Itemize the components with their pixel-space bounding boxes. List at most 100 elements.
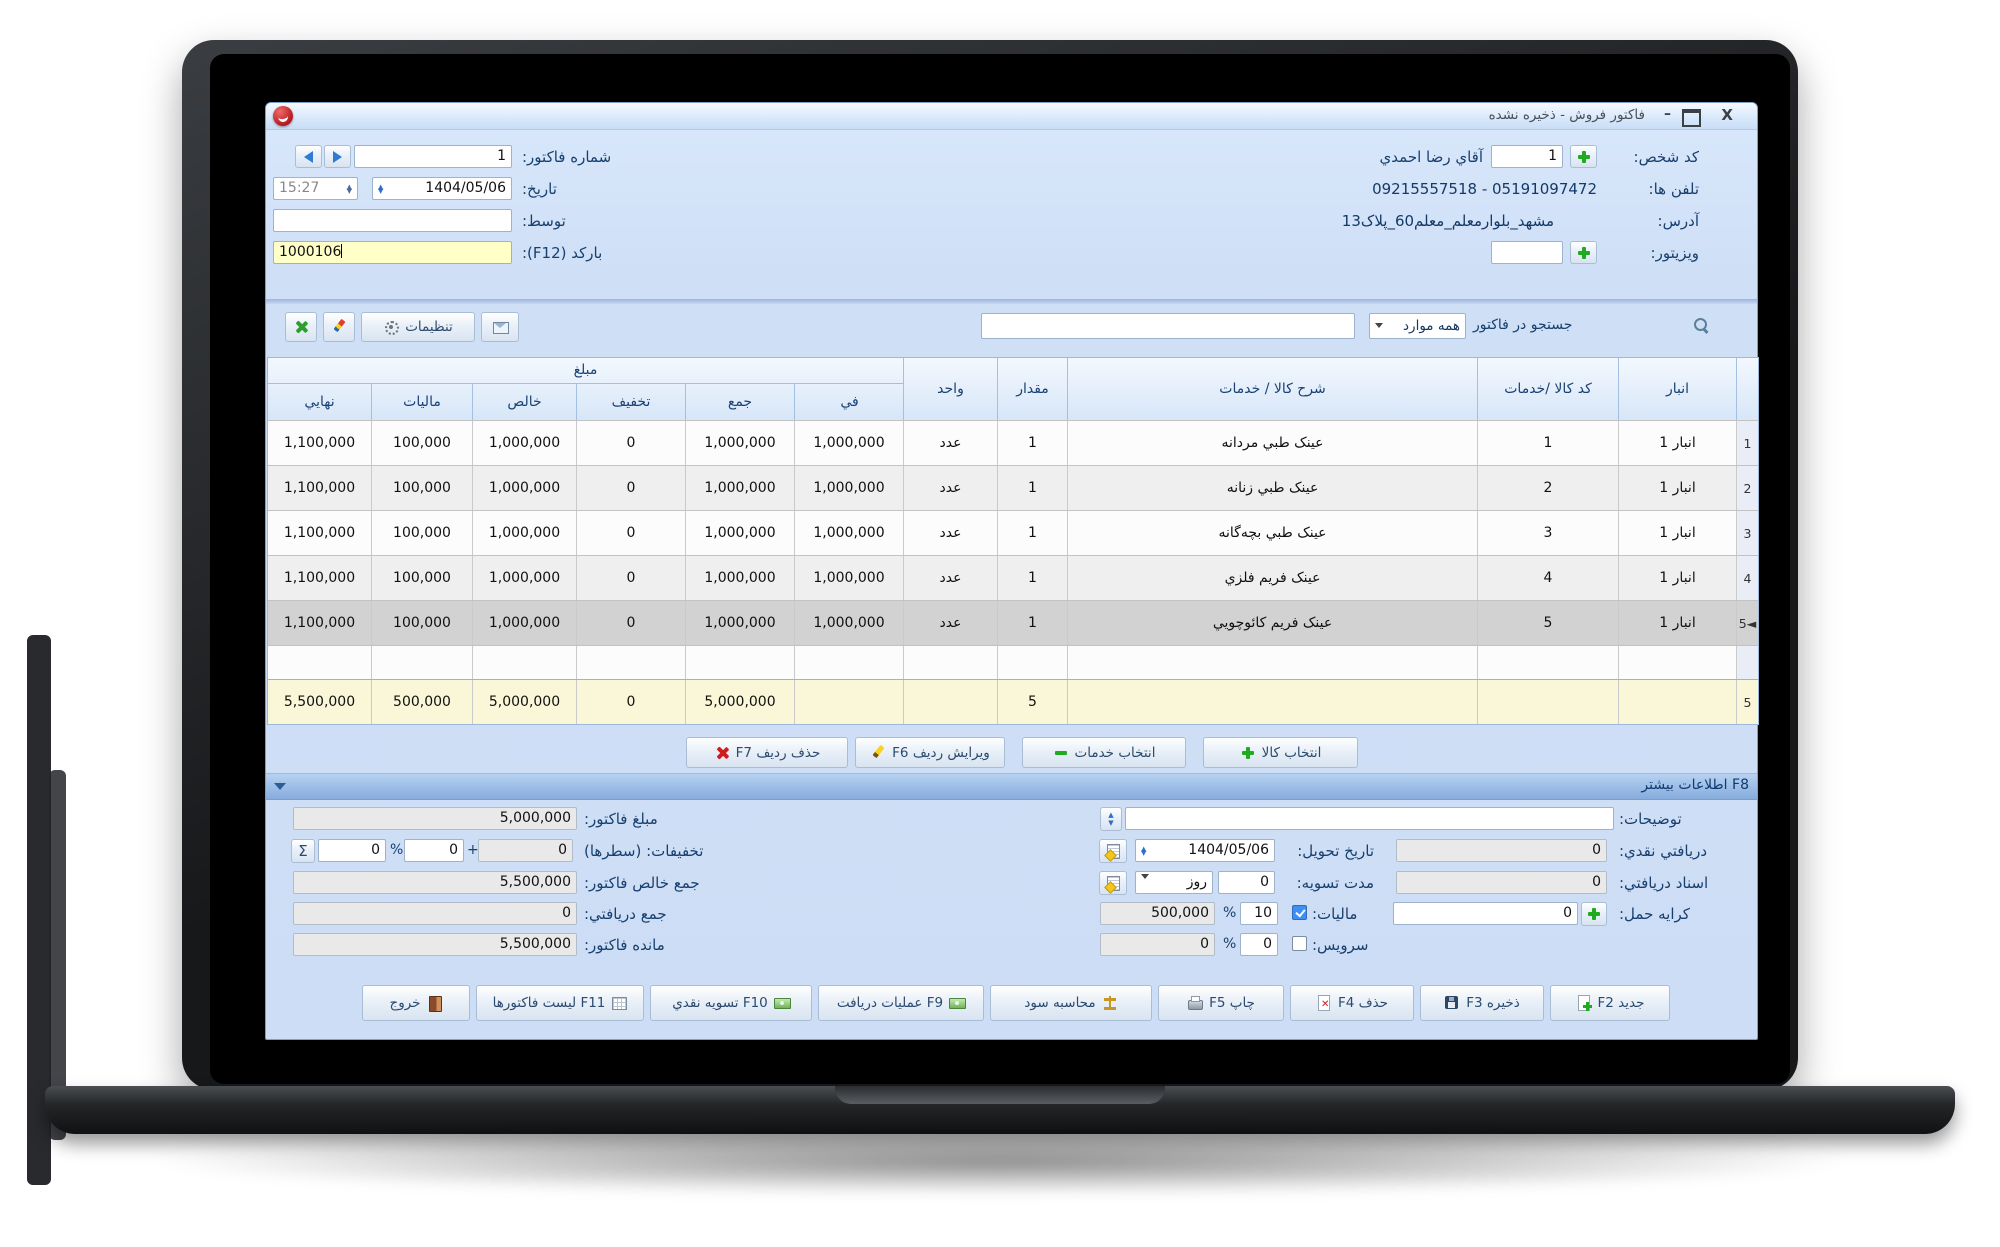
plus-icon (1576, 149, 1592, 165)
more-info-bar[interactable]: F8 اطلاعات بیشتر (266, 773, 1757, 800)
maximize-icon[interactable] (1682, 109, 1701, 127)
discount-percent-input[interactable]: 0 (318, 839, 386, 862)
add-visitor-button[interactable] (1570, 241, 1597, 264)
toolbar-button[interactable]: ذخیره F3 (1420, 985, 1544, 1021)
sigma-button[interactable]: Σ (291, 839, 315, 863)
column-group-amount: مبلغ (268, 358, 903, 384)
row-action-button[interactable]: انتخاب کالا (1203, 737, 1358, 768)
next-invoice-button[interactable] (324, 145, 351, 168)
row-action-button[interactable]: ویرایش ردیف F6 (855, 737, 1005, 768)
received-docs-field: 0 (1396, 871, 1607, 894)
toolbar-button[interactable]: محاسبه سود (990, 985, 1152, 1021)
date-input[interactable]: ▲ ▼ 1404/05/06 (372, 177, 512, 200)
percent-sign: % (1223, 905, 1237, 921)
table-row[interactable]: 1,100,000 100,000 1,000,000 0 1,000,000 … (268, 420, 1758, 465)
discount-amount-input[interactable]: 0 (404, 839, 464, 862)
totals-row: 5,500,000 500,000 5,000,000 0 5,000,000 … (268, 679, 1758, 724)
add-person-button[interactable] (1570, 145, 1597, 168)
collapse-icon[interactable] (274, 783, 286, 796)
search-icon[interactable] (1692, 316, 1710, 334)
column-discount: تخفیف (577, 384, 686, 420)
plus-icon (1586, 906, 1602, 922)
bottom-toolbar: خروج لیست فاکتورها F11 تسویه نقدي F10 عم… (362, 985, 1676, 1021)
row-action-button[interactable]: حذف ردیف F7 (686, 737, 848, 768)
barcode-input[interactable]: 1000106 (273, 241, 512, 264)
cash-received-field: 0 (1396, 839, 1607, 862)
delivery-date-picker-button[interactable] (1099, 839, 1127, 863)
invoice-number-input[interactable]: 1 (354, 145, 512, 168)
toolbar-button[interactable]: حذف F4 (1290, 985, 1414, 1021)
freight-label: کرایه حمل: (1619, 905, 1690, 923)
toolbar-button[interactable]: چاپ F5 (1158, 985, 1284, 1021)
notes-input[interactable] (1125, 807, 1614, 830)
search-input[interactable] (981, 313, 1355, 339)
tax-amount-field: 500,000 (1100, 902, 1215, 925)
redx-icon (714, 745, 730, 761)
net-total-field: 5,500,000 (293, 871, 577, 894)
toolbar-button[interactable]: لیست فاکتورها F11 (476, 985, 644, 1021)
minimize-button[interactable]: – (1664, 106, 1671, 122)
time-input[interactable]: 15:27 ▲ ▼ (273, 177, 358, 200)
table-row[interactable]: 1,100,000 100,000 1,000,000 0 1,000,000 … (268, 600, 1758, 645)
toolbar-button[interactable]: تسویه نقدي F10 (650, 985, 812, 1021)
column-final: نهایي (268, 384, 372, 420)
fit-view-button[interactable] (285, 312, 317, 342)
title-bar: فاکتور فروش - ذخیره نشده – X (266, 103, 1757, 130)
column-row-number (1737, 358, 1758, 420)
phones-value: 05191097472 - 09215557518 (1372, 180, 1597, 198)
address-value: مشهد_بلوارمعلم_معلم60_پلاک13 (1341, 212, 1554, 230)
service-amount-field: 0 (1100, 933, 1215, 956)
date-spinner-icon[interactable]: ▲ ▼ (378, 178, 383, 199)
appearance-button[interactable] (323, 312, 355, 342)
balance-label: مانده فاکتور: (584, 936, 665, 954)
mail-icon (492, 319, 509, 335)
invoice-amount-label: مبلغ فاکتور: (584, 810, 658, 828)
tax-percent-input[interactable]: 10 (1240, 902, 1278, 925)
service-percent-input[interactable]: 0 (1240, 933, 1278, 956)
scales-icon (1102, 995, 1118, 1011)
date-label: تاریخ: (522, 180, 557, 198)
person-code-input[interactable]: 1 (1491, 145, 1563, 168)
date-spinner-icon[interactable]: ▲ ▼ (1141, 840, 1146, 861)
table-row[interactable]: 1,100,000 100,000 1,000,000 0 1,000,000 … (268, 465, 1758, 510)
column-item-code: کد کالا /خدمات (1478, 358, 1619, 420)
discount-rows-field: 0 (478, 839, 573, 862)
mail-button[interactable] (481, 312, 519, 342)
notes-spinner[interactable]: ▲ ▼ (1100, 807, 1122, 831)
settlement-picker-button[interactable] (1099, 871, 1127, 895)
by-input[interactable] (273, 209, 512, 232)
pagex-icon (1316, 995, 1332, 1011)
time-spinner-icon[interactable]: ▲ ▼ (347, 178, 352, 199)
tax-checkbox[interactable] (1292, 905, 1307, 920)
by-label: توسط: (522, 212, 566, 230)
freight-input[interactable]: 0 (1393, 902, 1578, 925)
table-row[interactable]: 1,100,000 100,000 1,000,000 0 1,000,000 … (268, 555, 1758, 600)
service-checkbox[interactable] (1292, 936, 1307, 951)
close-button[interactable]: X (1721, 106, 1733, 124)
settlement-input[interactable]: 0 (1218, 871, 1275, 894)
printer-icon (1187, 995, 1204, 1011)
visitor-input[interactable] (1491, 241, 1563, 264)
add-freight-button[interactable] (1581, 902, 1607, 926)
previous-invoice-button[interactable] (295, 145, 322, 168)
column-unit: واحد (904, 358, 998, 420)
invoice-number-label: شماره فاکتور: (522, 148, 612, 166)
empty-row[interactable] (268, 645, 1758, 679)
delivery-date-label: تاریخ تحویل: (1297, 842, 1374, 860)
settings-button[interactable]: تنظیمات (361, 312, 475, 342)
toolbar-button[interactable]: جدید F2 (1550, 985, 1670, 1021)
toolbar-button[interactable]: خروج (362, 985, 470, 1021)
delivery-date-input[interactable]: ▲ ▼ 1404/05/06 (1135, 839, 1275, 862)
settlement-unit-select[interactable]: روز (1135, 871, 1213, 894)
pageplus-icon (1576, 995, 1592, 1011)
row-action-button[interactable]: انتخاب خدمات (1022, 737, 1186, 768)
notes-label: توضیحات: (1619, 810, 1682, 828)
plus-sign: + (467, 842, 479, 858)
table-header: مبلغ نهایي مالیات خالص تخفیف جمع في واحد… (268, 358, 1758, 420)
table-row[interactable]: 1,100,000 100,000 1,000,000 0 1,000,000 … (268, 510, 1758, 555)
fit-icon (293, 319, 309, 335)
toolbar-button[interactable]: عملیات دریافت F9 (818, 985, 984, 1021)
paint-icon (331, 319, 347, 335)
calendar-note-icon (1105, 843, 1121, 859)
search-filter-select[interactable]: همه موارد (1369, 313, 1466, 339)
